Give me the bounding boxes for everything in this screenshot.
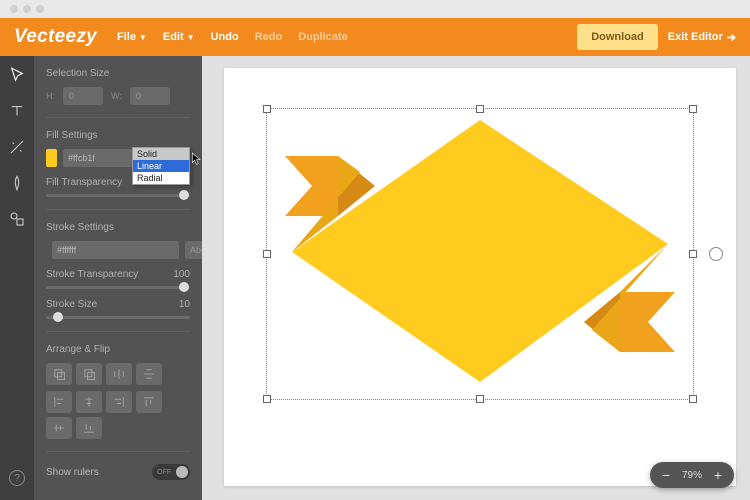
sel-handle-tc[interactable] [476, 105, 484, 113]
menu-file[interactable]: File▼ [117, 31, 147, 43]
topbar: Vecteezy File▼ Edit▼ Undo Redo Duplicate… [0, 18, 750, 56]
text-tool-icon[interactable] [8, 102, 26, 120]
rotate-handle[interactable] [709, 247, 723, 261]
window-chrome [0, 0, 750, 18]
stroke-transparency-value: 100 [173, 269, 190, 280]
menu-redo[interactable]: Redo [255, 31, 283, 43]
height-input[interactable] [63, 87, 103, 105]
stroke-settings-label: Stroke Settings [46, 222, 190, 233]
bring-front-button[interactable] [46, 363, 72, 385]
stroke-size-slider[interactable] [46, 316, 190, 319]
stroke-settings-section: Stroke Settings Above▼ Stroke Transparen… [46, 222, 190, 332]
menu-undo[interactable]: Undo [211, 31, 239, 43]
arrow-right-icon: ➔ [727, 31, 736, 44]
fill-settings-section: Fill Settings Solid Linear Radial Fill T… [46, 130, 190, 210]
zoom-control: − 79% + [650, 462, 734, 488]
cursor-icon [190, 152, 202, 166]
toggle-state: OFF [152, 469, 171, 476]
menu-edit-label: Edit [163, 31, 184, 43]
align-left-button[interactable] [46, 391, 72, 413]
chrome-close[interactable] [10, 5, 18, 13]
sel-handle-tr[interactable] [689, 105, 697, 113]
tool-rail: ? [0, 56, 34, 500]
chevron-down-icon: ▼ [139, 33, 147, 42]
stroke-transparency-label: Stroke Transparency [46, 269, 138, 280]
zoom-in-button[interactable]: + [710, 467, 726, 483]
stroke-transparency-slider[interactable] [46, 286, 190, 289]
sel-handle-bc[interactable] [476, 395, 484, 403]
chrome-max[interactable] [36, 5, 44, 13]
rulers-toggle[interactable]: OFF [152, 464, 190, 480]
sel-handle-ml[interactable] [263, 250, 271, 258]
canvas-area[interactable]: − 79% + [202, 56, 750, 500]
menu-bar: File▼ Edit▼ Undo Redo Duplicate [117, 31, 348, 43]
fill-settings-label: Fill Settings [46, 130, 190, 141]
flip-horizontal-button[interactable] [106, 363, 132, 385]
menu-file-label: File [117, 31, 136, 43]
sel-handle-mr[interactable] [689, 250, 697, 258]
stroke-size-value: 10 [179, 299, 190, 310]
selection-size-section: Selection Size H: W: [46, 68, 190, 118]
align-center-button[interactable] [76, 391, 102, 413]
arrange-label: Arrange & Flip [46, 344, 190, 355]
arrange-section: Arrange & Flip [46, 344, 190, 452]
properties-panel: Selection Size H: W: Fill Settings Solid… [34, 56, 202, 500]
w-label: W: [111, 91, 122, 101]
fill-type-linear[interactable]: Linear [133, 160, 189, 172]
rulers-row: Show rulers OFF [46, 464, 190, 480]
align-middle-button[interactable] [46, 417, 72, 439]
align-top-button[interactable] [136, 391, 162, 413]
align-right-button[interactable] [106, 391, 132, 413]
stroke-position-select[interactable]: Above▼ [185, 241, 202, 259]
logo: Vecteezy [14, 26, 117, 48]
zoom-out-button[interactable]: − [658, 467, 674, 483]
stroke-hex-input[interactable] [52, 241, 179, 259]
pen-tool-icon[interactable] [8, 174, 26, 192]
cursor-tool-icon[interactable] [8, 66, 26, 84]
width-input[interactable] [130, 87, 170, 105]
sel-handle-bl[interactable] [263, 395, 271, 403]
sel-handle-tl[interactable] [263, 105, 271, 113]
fill-type-dropdown[interactable]: Solid Linear Radial [132, 147, 190, 185]
selection-box[interactable] [266, 108, 694, 400]
selection-size-label: Selection Size [46, 68, 190, 79]
fill-color-swatch[interactable] [46, 149, 57, 167]
exit-editor-button[interactable]: Exit Editor ➔ [668, 31, 736, 44]
fill-type-radial[interactable]: Radial [133, 172, 189, 184]
align-bottom-button[interactable] [76, 417, 102, 439]
h-label: H: [46, 91, 55, 101]
stroke-position-label: Above [190, 245, 202, 255]
help-icon[interactable]: ? [9, 470, 25, 486]
flip-vertical-button[interactable] [136, 363, 162, 385]
toggle-knob [176, 466, 188, 478]
stroke-size-label: Stroke Size [46, 299, 97, 310]
sel-handle-br[interactable] [689, 395, 697, 403]
fill-type-solid[interactable]: Solid [133, 148, 189, 160]
fill-transparency-slider[interactable] [46, 194, 190, 197]
canvas[interactable] [224, 68, 736, 486]
show-rulers-label: Show rulers [46, 467, 99, 478]
wand-tool-icon[interactable] [8, 138, 26, 156]
menu-duplicate[interactable]: Duplicate [298, 31, 348, 43]
exit-label: Exit Editor [668, 31, 723, 43]
chevron-down-icon: ▼ [187, 33, 195, 42]
fill-transparency-label: Fill Transparency [46, 177, 122, 188]
zoom-value: 79% [682, 470, 702, 481]
chrome-min[interactable] [23, 5, 31, 13]
send-back-button[interactable] [76, 363, 102, 385]
shapes-tool-icon[interactable] [8, 210, 26, 228]
download-button[interactable]: Download [577, 24, 658, 50]
menu-edit[interactable]: Edit▼ [163, 31, 195, 43]
